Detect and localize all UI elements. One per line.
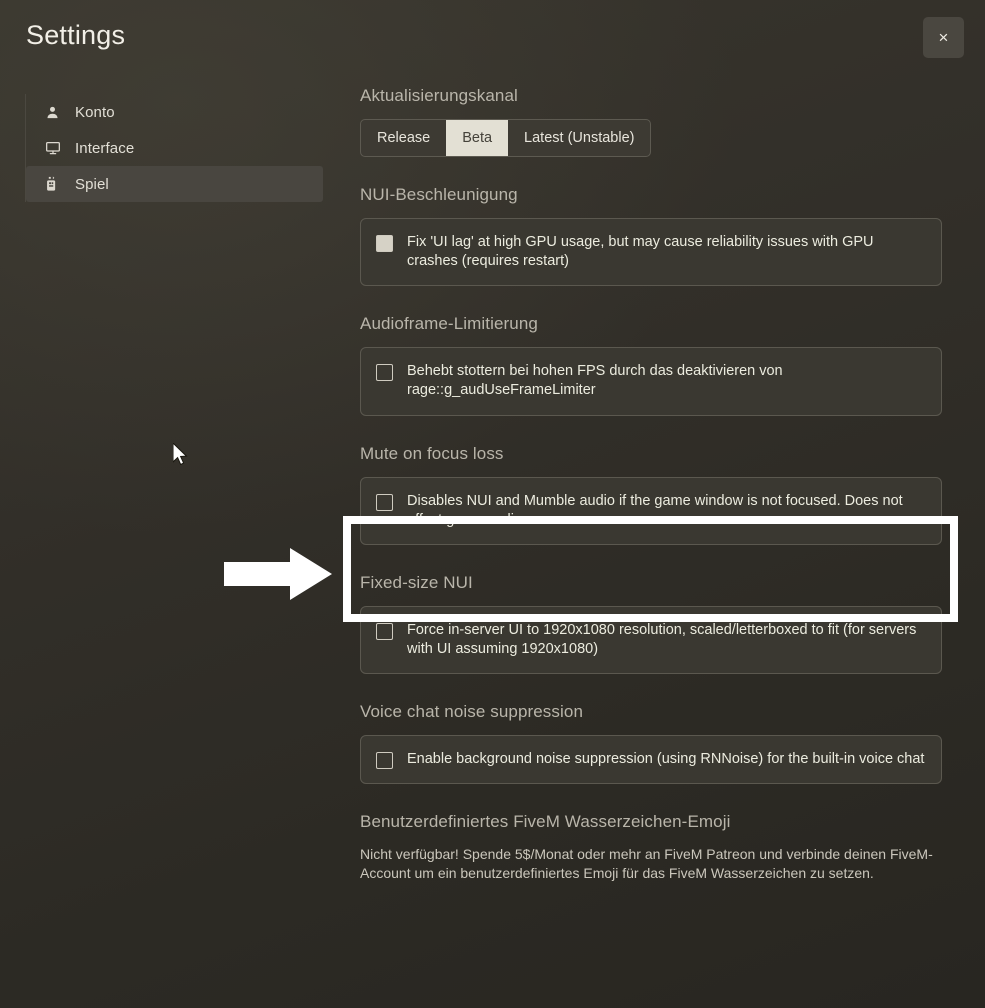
close-button[interactable]: ×	[923, 17, 964, 58]
section-update-channel: Aktualisierungskanal Release Beta Latest…	[360, 86, 942, 157]
fixed-size-nui-checkbox[interactable]	[376, 622, 393, 640]
section-title: Aktualisierungskanal	[360, 86, 518, 105]
option-label: Force in-server UI to 1920x1080 resoluti…	[407, 621, 917, 657]
title-bar: Settings ×	[0, 0, 985, 78]
fixed-size-nui-option-row[interactable]: Force in-server UI to 1920x1080 resoluti…	[360, 605, 942, 674]
audioframe-limiter-checkbox[interactable]	[376, 364, 393, 382]
voice-chat-noise-suppression-checkbox[interactable]	[376, 752, 393, 769]
right-arrow-annotation	[224, 548, 332, 600]
sidebar-item-label: Spiel	[75, 175, 109, 193]
section-mute-on-focus-loss: Mute on focus loss Disables NUI and Mumb…	[360, 444, 942, 545]
nui-acceleration-option-row[interactable]: Fix 'UI lag' at high GPU usage, but may …	[360, 218, 942, 287]
sidebar-item-konto[interactable]: Konto	[26, 94, 323, 130]
section-title: Fixed-size NUI	[360, 572, 473, 592]
sidebar-item-label: Konto	[75, 103, 115, 121]
option-label: Behebt stottern bei hohen FPS durch das …	[407, 363, 783, 399]
nui-acceleration-checkbox[interactable]	[376, 235, 393, 252]
update-channel-option-beta[interactable]: Beta	[446, 120, 509, 156]
mute-on-focus-loss-option-row[interactable]: Disables NUI and Mumble audio if the gam…	[360, 476, 942, 545]
mouse-cursor-icon	[172, 441, 189, 466]
option-label: Disables NUI and Mumble audio if the gam…	[407, 492, 903, 528]
audioframe-limiter-option-row[interactable]: Behebt stottern bei hohen FPS durch das …	[360, 347, 942, 416]
watermark-emoji-note: Nicht verfügbar! Spende 5$/Monat oder me…	[360, 846, 933, 882]
section-fixed-size-nui: Fixed-size NUI Force in-server UI to 192…	[360, 573, 942, 674]
voice-chat-noise-suppression-option-row[interactable]: Enable background noise suppression (usi…	[360, 735, 942, 785]
close-icon: ×	[938, 28, 949, 47]
option-label: Fix 'UI lag' at high GPU usage, but may …	[407, 234, 874, 270]
page-title: Settings	[26, 20, 126, 50]
sidebar: Konto Interface Spiel	[25, 94, 323, 202]
section-title: Mute on focus loss	[360, 443, 504, 463]
update-channel-segmented-control[interactable]: Release Beta Latest (Unstable)	[360, 119, 652, 157]
section-watermark-emoji: Benutzerdefiniertes FiveM Wasserzeichen-…	[360, 812, 942, 883]
settings-content: Aktualisierungskanal Release Beta Latest…	[360, 86, 942, 911]
mute-on-focus-loss-checkbox[interactable]	[376, 493, 393, 511]
update-channel-option-release[interactable]: Release	[361, 120, 446, 156]
section-title: Voice chat noise suppression	[360, 702, 583, 721]
section-title: Benutzerdefiniertes FiveM Wasserzeichen-…	[360, 812, 731, 832]
section-title: Audioframe-Limitierung	[360, 314, 538, 334]
person-icon	[44, 104, 61, 121]
update-channel-option-latest[interactable]: Latest (Unstable)	[508, 120, 650, 156]
game-controller-icon	[44, 176, 61, 193]
section-voice-chat-noise-suppression: Voice chat noise suppression Enable back…	[360, 702, 942, 785]
sidebar-item-spiel[interactable]: Spiel	[26, 166, 323, 202]
sidebar-item-interface[interactable]: Interface	[26, 130, 323, 166]
section-audioframe-limiter: Audioframe-Limitierung Behebt stottern b…	[360, 314, 942, 416]
section-title: NUI-Beschleunigung	[360, 185, 518, 204]
sidebar-item-label: Interface	[75, 139, 135, 157]
section-nui-acceleration: NUI-Beschleunigung Fix 'UI lag' at high …	[360, 185, 942, 287]
option-label: Enable background noise suppression (usi…	[407, 751, 925, 767]
monitor-icon	[44, 140, 61, 157]
